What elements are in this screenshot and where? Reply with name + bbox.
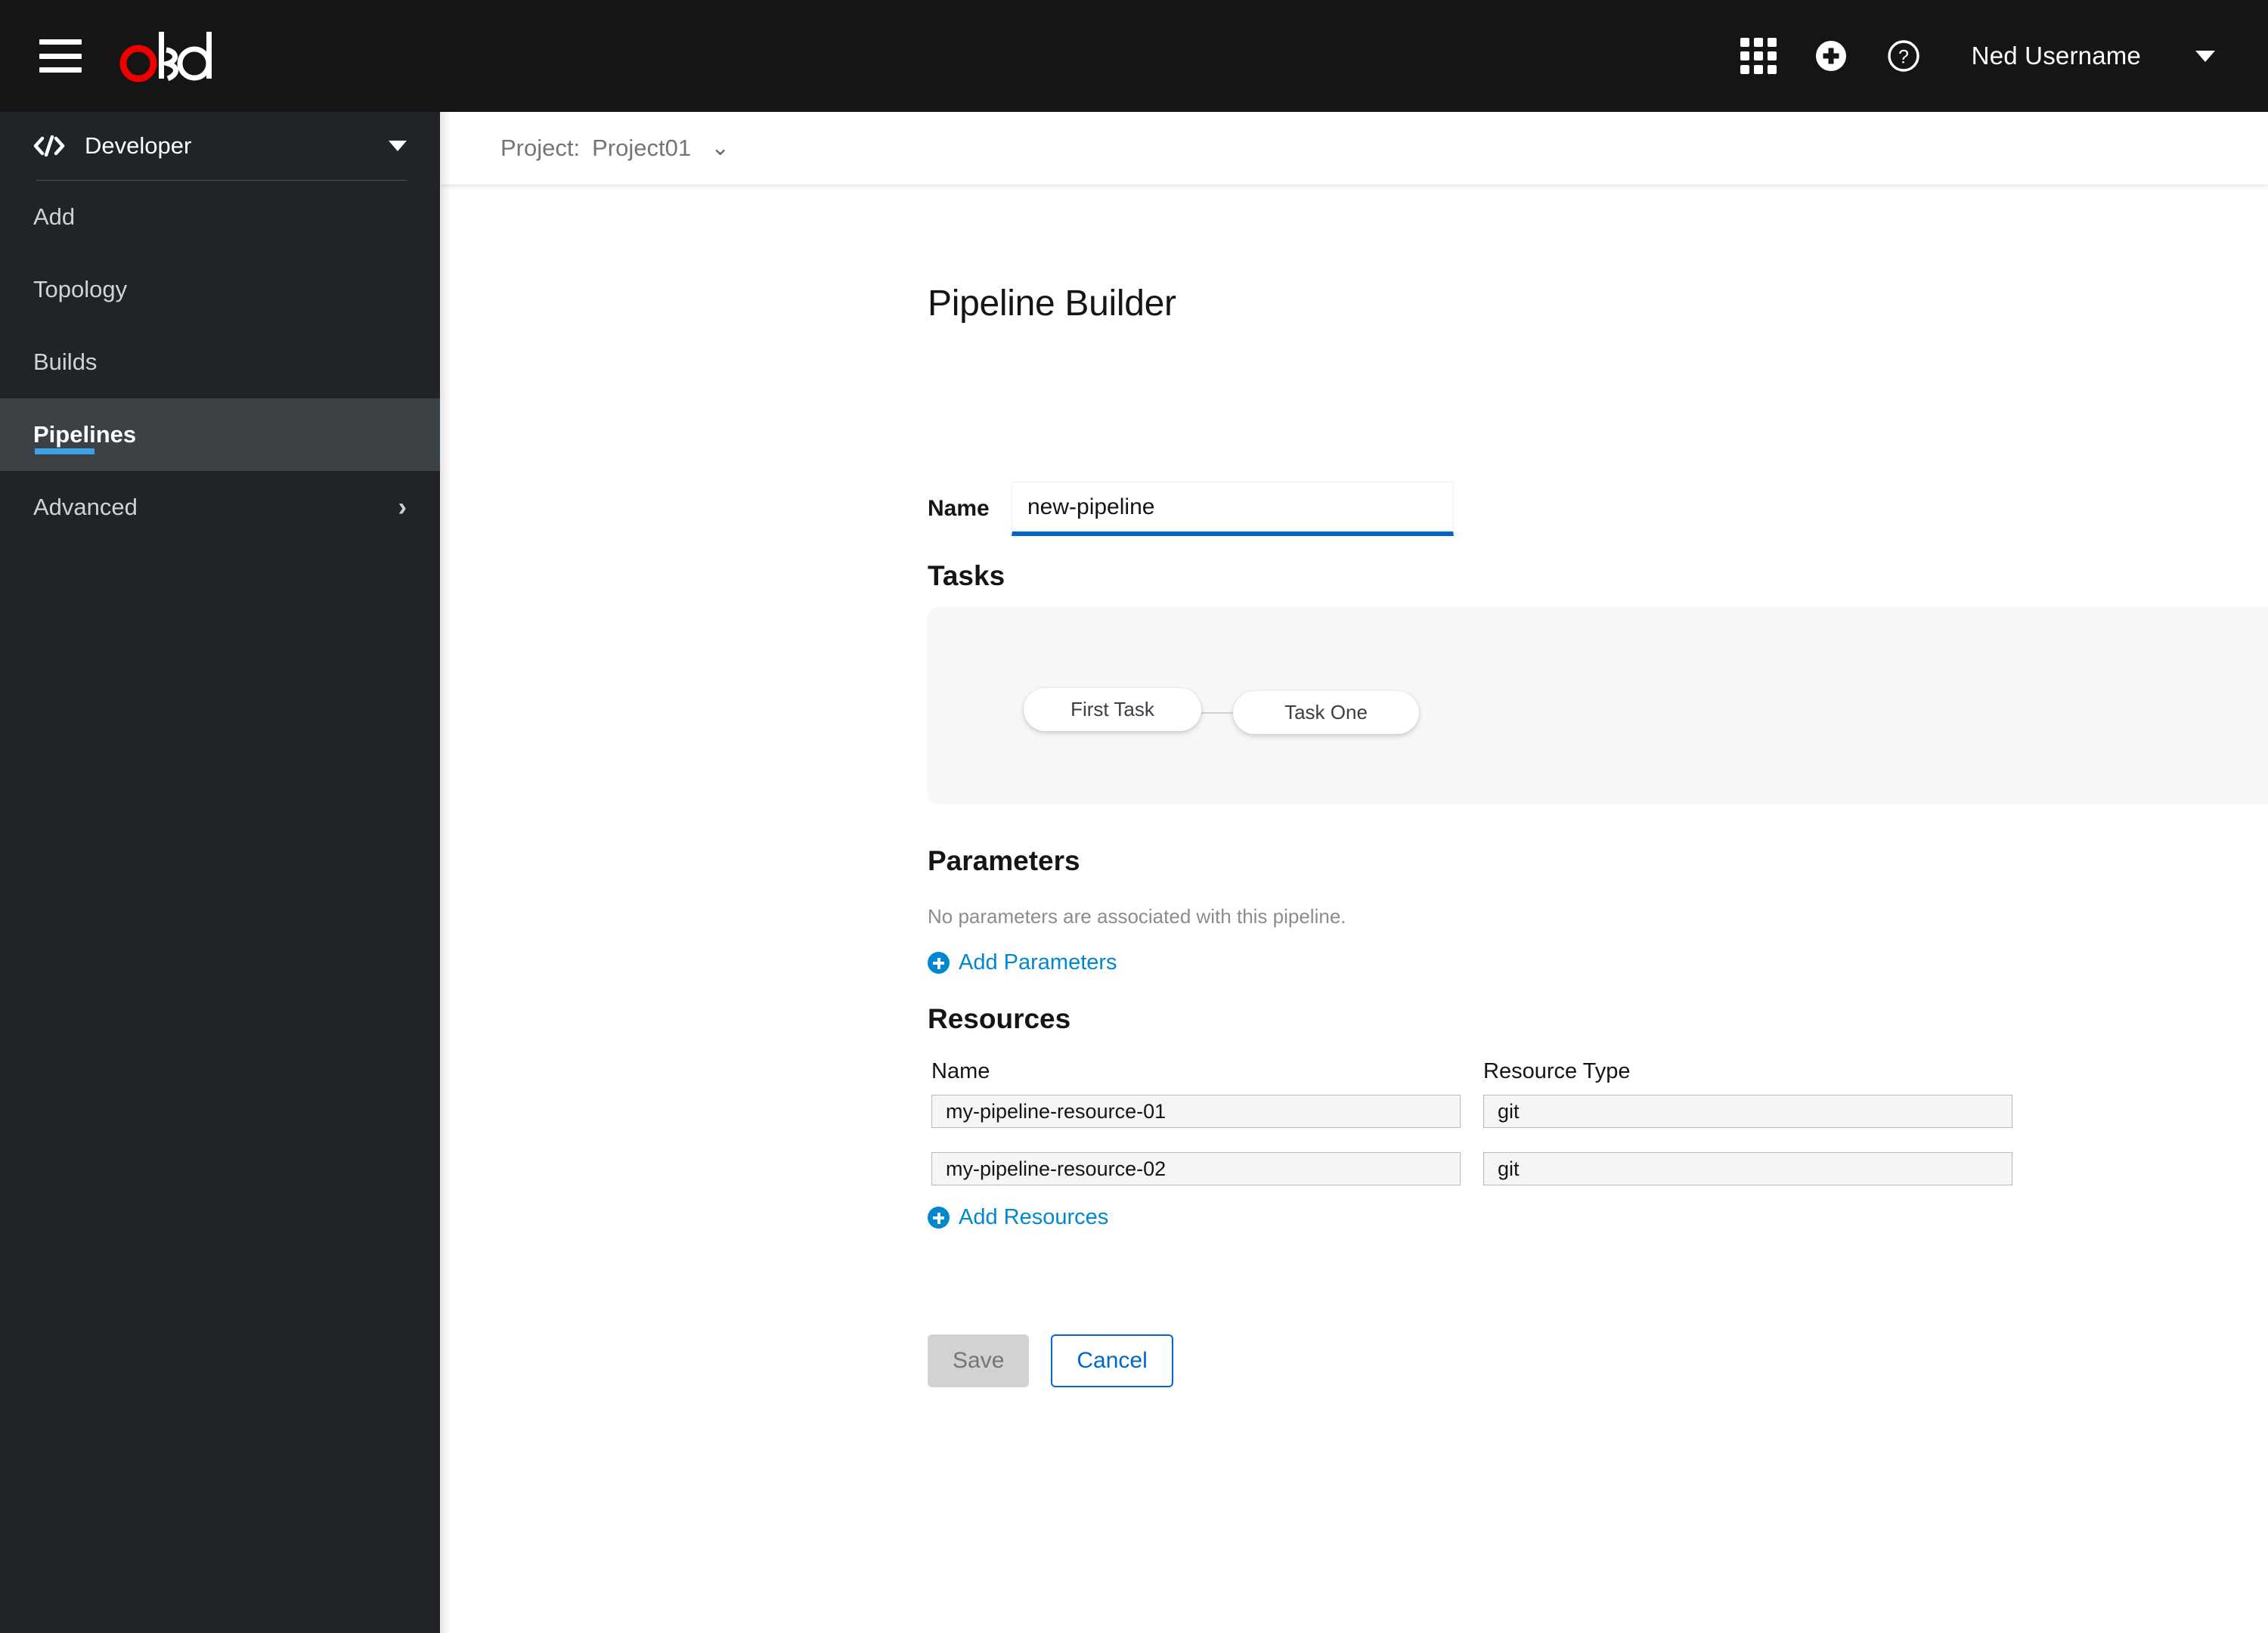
name-field-row: Name (928, 482, 1454, 536)
page-title: Pipeline Builder (928, 284, 1176, 324)
help-button[interactable]: ? (1867, 20, 1940, 92)
task-node-label: First Task (1070, 698, 1154, 720)
chevron-down-icon[interactable]: ⌄ (711, 137, 730, 160)
hamburger-icon[interactable] (39, 39, 82, 73)
sidebar-item-label: Advanced (33, 494, 138, 520)
sidebar-item-label: Pipelines (33, 421, 137, 448)
caret-down-icon (389, 141, 407, 151)
apps-grid-button[interactable] (1722, 20, 1795, 92)
add-button[interactable] (1795, 20, 1867, 92)
pipeline-name-input[interactable] (1012, 482, 1454, 536)
sidebar-item-advanced[interactable]: Advanced › (0, 471, 440, 544)
resources-column-header-type: Resource Type (1483, 1059, 1631, 1083)
grid-icon (1740, 38, 1777, 74)
code-icon (33, 135, 65, 157)
sidebar-item-label: Builds (33, 349, 98, 375)
chevron-right-icon: › (398, 493, 407, 522)
plus-circle-icon (1815, 41, 1846, 71)
save-button[interactable]: Save (928, 1334, 1030, 1387)
active-indicator (35, 448, 94, 454)
plus-circle-icon (928, 1207, 950, 1229)
question-circle-icon: ? (1887, 40, 1919, 72)
resource-type-input[interactable] (1483, 1095, 2012, 1128)
project-selector-value[interactable]: Project01 (592, 135, 691, 162)
masthead: ? Ned Username (0, 0, 2268, 112)
name-label: Name (928, 496, 990, 521)
okd-logo[interactable] (118, 29, 227, 83)
add-parameters-link[interactable]: Add Parameters (928, 950, 1117, 975)
user-menu-label[interactable]: Ned Username (1972, 42, 2141, 70)
task-connector (1201, 712, 1233, 714)
task-node[interactable]: First Task (1024, 688, 1201, 731)
sidebar: Developer Add Topology Builds Pipelines … (0, 112, 440, 1633)
parameters-empty-message: No parameters are associated with this p… (928, 905, 1346, 928)
add-parameters-label: Add Parameters (959, 950, 1117, 975)
cancel-button[interactable]: Cancel (1051, 1334, 1173, 1387)
resources-column-header-name: Name (931, 1059, 990, 1083)
project-label: Project: (500, 135, 581, 161)
sidebar-item-pipelines[interactable]: Pipelines (0, 398, 440, 471)
perspective-switcher[interactable]: Developer (0, 112, 440, 180)
tasks-canvas[interactable]: First Task Task One (928, 606, 2268, 804)
resource-name-input[interactable] (931, 1152, 1461, 1185)
sidebar-item-label: Add (33, 203, 76, 230)
project-bar: Project: Project01 ⌄ (440, 112, 2268, 184)
sidebar-item-add[interactable]: Add (0, 181, 440, 253)
main-content: Project: Project01 ⌄ Pipeline Builder Na… (440, 112, 2268, 1633)
caret-down-icon[interactable] (2195, 50, 2215, 62)
add-resources-label: Add Resources (959, 1205, 1109, 1229)
parameters-heading: Parameters (928, 845, 1080, 876)
form-actions: Save Cancel (928, 1334, 1173, 1387)
resource-name-input[interactable] (931, 1095, 1461, 1128)
task-node-label: Task One (1284, 701, 1368, 724)
tasks-heading: Tasks (928, 560, 1005, 591)
sidebar-item-topology[interactable]: Topology (0, 253, 440, 326)
task-node[interactable]: Task One (1233, 691, 1419, 734)
okd-logo-mark (119, 32, 212, 82)
plus-circle-icon (928, 952, 950, 974)
resource-type-input[interactable] (1483, 1152, 2012, 1185)
svg-text:?: ? (1898, 47, 1909, 68)
resources-heading: Resources (928, 1003, 1071, 1034)
masthead-actions: ? Ned Username (1722, 20, 2268, 92)
add-resources-link[interactable]: Add Resources (928, 1205, 1108, 1230)
perspective-label: Developer (85, 132, 192, 159)
sidebar-item-label: Topology (33, 276, 128, 302)
sidebar-item-builds[interactable]: Builds (0, 326, 440, 398)
